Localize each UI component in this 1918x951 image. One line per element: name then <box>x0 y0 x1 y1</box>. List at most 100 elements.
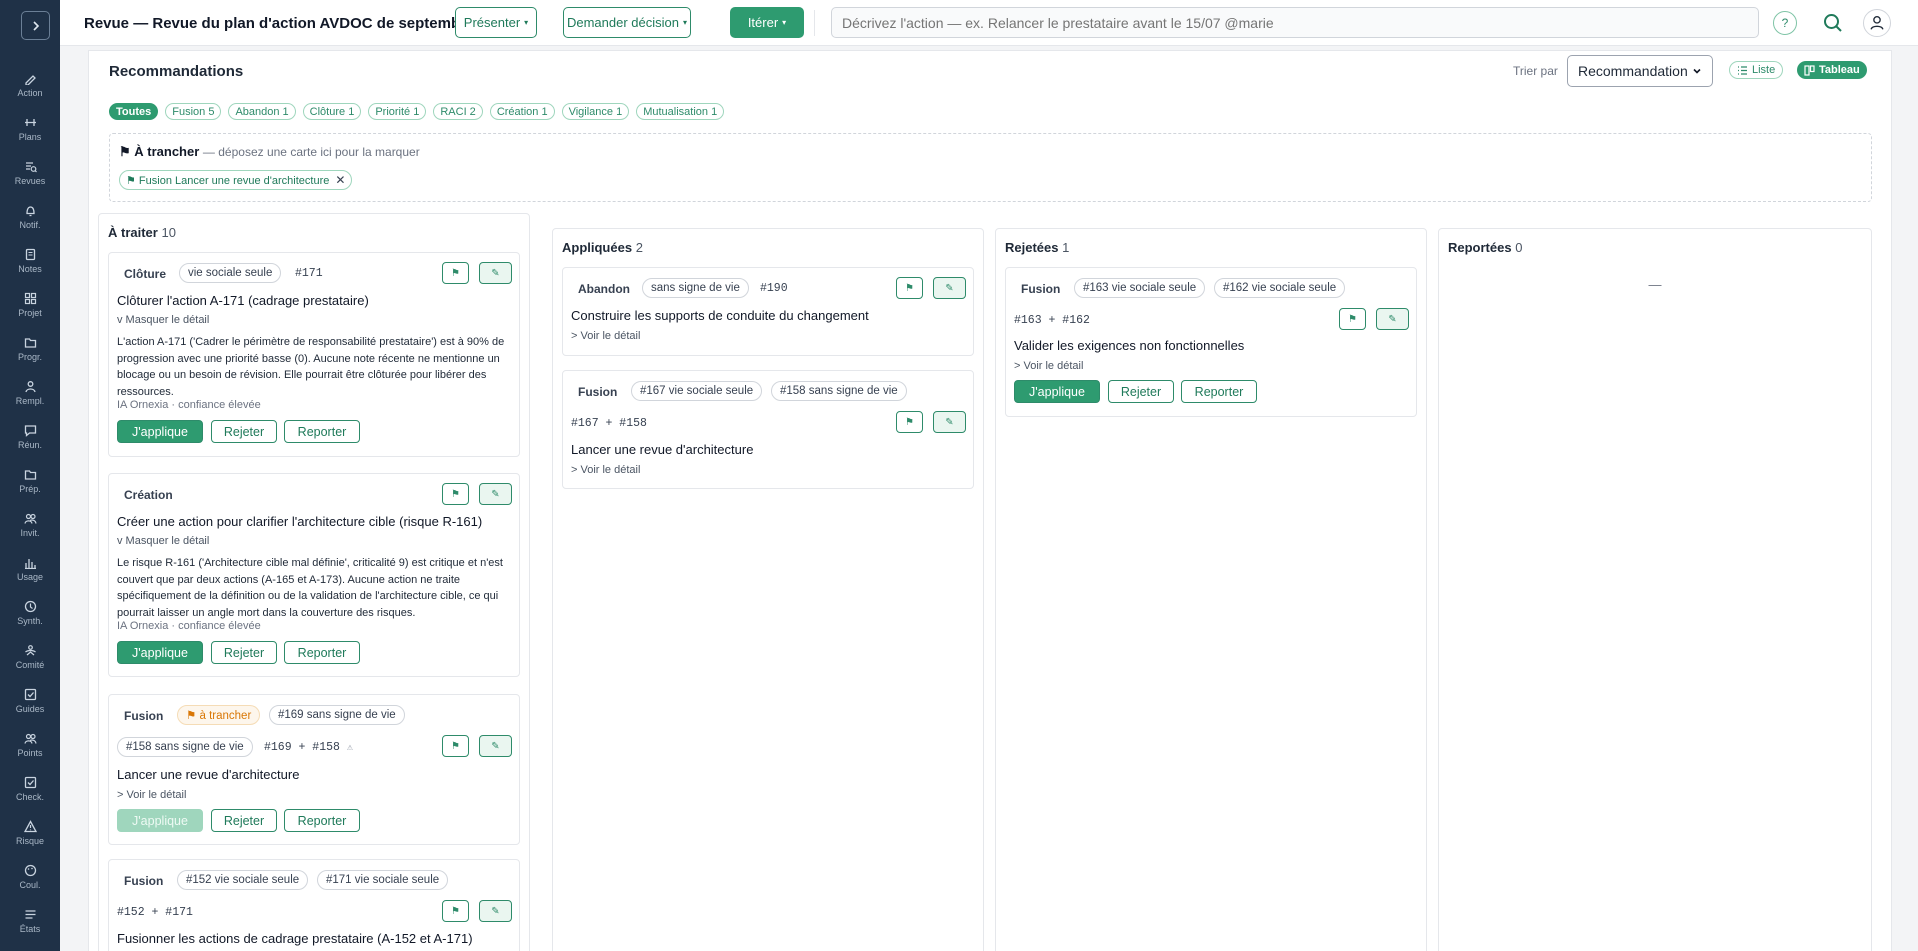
flag-button[interactable]: ⚑ <box>896 277 923 299</box>
sidebar-item-check[interactable]: Check. <box>0 776 60 816</box>
flag-button[interactable]: ⚑ <box>442 483 469 505</box>
sidebar-item-prép[interactable]: Prép. <box>0 468 60 508</box>
search-button[interactable] <box>1822 12 1844 34</box>
reject-button[interactable]: Rejeter <box>211 641 277 664</box>
filter-chip[interactable]: Priorité 1 <box>368 103 427 120</box>
recommendation-card[interactable]: Clôture vie sociale seule #171 ⚑ ✎ Clôtu… <box>108 252 520 457</box>
apply-button[interactable]: J'applique <box>117 420 203 443</box>
request-decision-button[interactable]: Demander décision ▾ <box>563 7 691 38</box>
sidebar-item-coul[interactable]: Coul. <box>0 864 60 904</box>
sidebar-item-label: Risque <box>15 836 44 846</box>
sidebar-item-invit[interactable]: Invit. <box>0 512 60 552</box>
filter-chip[interactable]: RACI 2 <box>433 103 483 120</box>
sidebar-item-revues[interactable]: Revues <box>0 160 60 200</box>
sidebar-item-usage[interactable]: Usage <box>0 556 60 596</box>
filter-chip[interactable]: Toutes <box>109 103 159 120</box>
column-title-text: À traiter <box>108 225 158 240</box>
reject-button[interactable]: Rejeter <box>211 420 277 443</box>
card-type: Création <box>124 488 173 502</box>
palette-icon <box>24 864 36 877</box>
reject-button[interactable]: Rejeter <box>211 809 277 832</box>
notes-icon <box>25 248 35 261</box>
detail-toggle[interactable]: > Voir le détail <box>571 330 640 342</box>
recommendation-card[interactable]: Fusion #167 vie sociale seule #158 sans … <box>562 370 974 489</box>
status-pill: #167 vie sociale seule <box>631 381 763 401</box>
iterate-button[interactable]: Itérer ▾ <box>730 7 804 38</box>
recommendation-card[interactable]: Fusion #152 vie sociale seule #171 vie s… <box>108 859 520 951</box>
drop-zone-title: ⚑ À trancher — déposez une carte ici pou… <box>119 144 420 160</box>
sort-select[interactable]: Recommandation <box>1567 55 1713 87</box>
filter-chip[interactable]: Clôture 1 <box>302 103 362 120</box>
filter-chip[interactable]: Abandon 1 <box>228 103 296 120</box>
sidebar-item-label: Points <box>17 748 43 758</box>
defer-button[interactable]: Reporter <box>284 641 360 664</box>
defer-button[interactable]: Reporter <box>284 809 360 832</box>
flag-button[interactable]: ⚑ <box>442 735 469 757</box>
defer-button[interactable]: Reporter <box>1181 380 1257 403</box>
sidebar-item-action[interactable]: Action <box>0 72 60 112</box>
command-input[interactable] <box>831 7 1759 38</box>
sidebar-item-plans[interactable]: Plans <box>0 116 60 156</box>
sidebar-item-progr[interactable]: Progr. <box>0 336 60 376</box>
defer-button[interactable]: Reporter <box>284 420 360 443</box>
detail-toggle[interactable]: v Masquer le détail <box>117 535 209 547</box>
grid-icon <box>24 292 36 305</box>
filter-chip[interactable]: Fusion 5 <box>165 103 222 120</box>
sidebar-item-label: Usage <box>16 572 43 582</box>
recommendation-card[interactable]: Abandon sans signe de vie #190 ⚑ ✎ Const… <box>562 267 974 356</box>
expand-sidebar-button[interactable] <box>21 11 50 40</box>
sidebar-item-états[interactable]: États <box>0 908 60 948</box>
flag-button[interactable]: ⚑ <box>896 411 923 433</box>
edit-button[interactable]: ✎ <box>479 483 512 505</box>
sidebar-item-label: États <box>19 924 41 934</box>
detail-toggle[interactable]: > Voir le détail <box>117 789 186 801</box>
recommendation-card[interactable]: Fusion ⚑ à trancher #169 sans signe de v… <box>108 694 520 845</box>
detail-toggle[interactable]: v Masquer le détail <box>117 314 209 326</box>
edit-button[interactable]: ✎ <box>933 411 966 433</box>
reject-button[interactable]: Rejeter <box>1108 380 1174 403</box>
recommendation-card[interactable]: Création ⚑ ✎ Créer une action pour clari… <box>108 473 520 677</box>
view-board-button[interactable]: Tableau <box>1797 61 1867 79</box>
sidebar-item-guides[interactable]: Guides <box>0 688 60 728</box>
edit-button[interactable]: ✎ <box>933 277 966 299</box>
decision-badge: ⚑ à trancher <box>177 705 261 725</box>
apply-button[interactable]: J'applique <box>117 641 203 664</box>
sidebar-item-réun[interactable]: Réun. <box>0 424 60 464</box>
flag-button[interactable]: ⚑ <box>442 900 469 922</box>
edit-button[interactable]: ✎ <box>1376 308 1409 330</box>
present-button[interactable]: Présenter ▾ <box>455 7 537 38</box>
decision-drop-zone[interactable]: ⚑ À trancher — déposez une carte ici pou… <box>109 133 1872 202</box>
edit-button[interactable]: ✎ <box>479 735 512 757</box>
help-button[interactable]: ? <box>1773 11 1797 35</box>
sidebar-item-rempl[interactable]: Rempl. <box>0 380 60 420</box>
flag-button[interactable]: ⚑ <box>1339 308 1366 330</box>
sidebar-item-risque[interactable]: Risque <box>0 820 60 860</box>
people-icon <box>23 733 37 744</box>
card-ref: #163 + #162 <box>1014 314 1090 327</box>
flag-icon: ⚑ <box>451 905 460 917</box>
flagged-card-tag[interactable]: ⚑ Fusion Lancer une revue d'architecture… <box>119 170 353 190</box>
edit-button[interactable]: ✎ <box>479 900 512 922</box>
sidebar-item-projet[interactable]: Projet <box>0 292 60 332</box>
sidebar-item-comité[interactable]: Comité <box>0 644 60 684</box>
sidebar-item-points[interactable]: Points <box>0 732 60 772</box>
card-title: Clôturer l'action A-171 (cadrage prestat… <box>117 293 369 308</box>
column-title: Appliquées 2 <box>562 240 643 255</box>
flag-button[interactable]: ⚑ <box>442 262 469 284</box>
apply-button[interactable]: J'applique <box>1014 380 1100 403</box>
status-pill: #163 vie sociale seule <box>1074 278 1206 298</box>
user-menu-button[interactable] <box>1863 9 1891 37</box>
filter-chip[interactable]: Création 1 <box>489 103 555 120</box>
detail-toggle[interactable]: > Voir le détail <box>571 464 640 476</box>
view-list-button[interactable]: Liste <box>1729 61 1784 79</box>
sidebar-item-synth[interactable]: Synth. <box>0 600 60 640</box>
edit-button[interactable]: ✎ <box>479 262 512 284</box>
filter-chip[interactable]: Mutualisation 1 <box>636 103 725 120</box>
detail-toggle[interactable]: > Voir le détail <box>1014 360 1083 372</box>
recommendation-card[interactable]: Fusion #163 vie sociale seule #162 vie s… <box>1005 267 1417 417</box>
sidebar-item-notif[interactable]: Notif. <box>0 204 60 244</box>
status-pill: #158 sans signe de vie <box>117 737 253 757</box>
sidebar-item-notes[interactable]: Notes <box>0 248 60 288</box>
close-icon[interactable]: ✕ <box>335 173 345 187</box>
filter-chip[interactable]: Vigilance 1 <box>561 103 630 120</box>
